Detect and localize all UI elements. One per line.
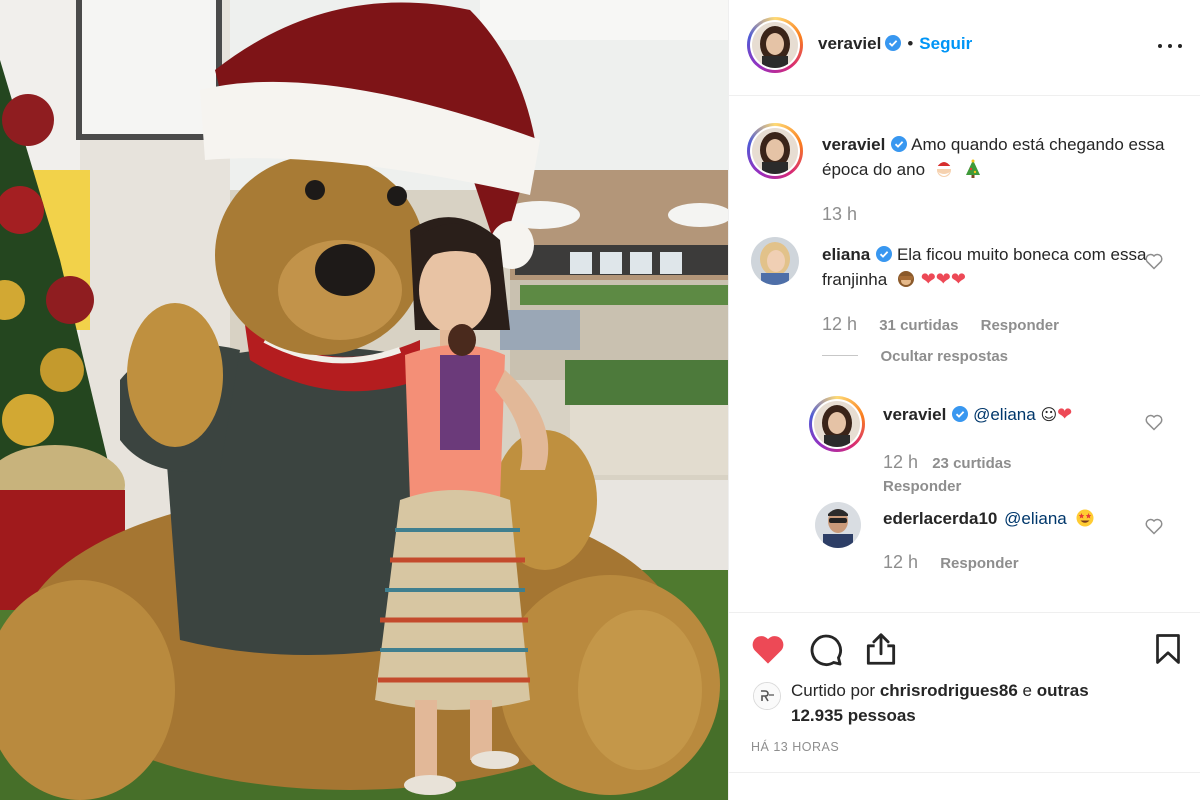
caption-time[interactable]: 13 h — [822, 204, 857, 225]
reply-likes[interactable]: 23 curtidas — [932, 455, 1011, 472]
author-line: veraviel • Seguir — [818, 34, 972, 54]
likes-summary: Curtido por chrisrodrigues86 e outras 12… — [791, 678, 1091, 728]
red-heart-emoji: ❤ — [935, 269, 951, 290]
author-username[interactable]: veraviel — [818, 34, 881, 53]
reply-time[interactable]: 12 h — [883, 552, 918, 572]
instagram-post: veraviel • Seguir veraviel Amo quando está… — [0, 0, 1200, 800]
reply-avatar-veraviel[interactable] — [809, 396, 865, 452]
comment-username[interactable]: eliana — [822, 245, 870, 264]
likes-user[interactable]: chrisrodrigues86 — [880, 681, 1018, 700]
comment-text-block: eliana Ela ficou muito boneca com essa f… — [822, 242, 1152, 292]
comment-avatar-eliana[interactable] — [751, 237, 799, 285]
caption-avatar[interactable] — [747, 123, 803, 179]
like-comment-heart-icon[interactable] — [1144, 412, 1164, 432]
santa-emoji-icon — [936, 162, 951, 177]
comment-text: Ela ficou muito boneca com essa franjinh… — [822, 245, 1147, 289]
reply-time[interactable]: 12 h — [883, 452, 918, 472]
reply-username[interactable]: ederlacerda10 — [883, 509, 997, 528]
verified-badge-icon — [876, 246, 893, 262]
smiling-face-emoji: ☺ — [1040, 405, 1058, 424]
reply-text-block: veraviel @eliana ☺❤ — [883, 402, 1153, 427]
caption-text-block: veraviel Amo quando está chegando essa é… — [822, 132, 1172, 182]
reply-button[interactable]: Responder — [981, 317, 1059, 334]
christmas-tree-emoji-icon — [965, 159, 980, 178]
likes-suffix: e — [1022, 681, 1032, 700]
verified-badge-icon — [952, 406, 969, 422]
share-icon[interactable] — [862, 630, 900, 668]
post-header: veraviel • Seguir — [729, 0, 1200, 96]
post-photo-illustration — [0, 0, 728, 800]
star-struck-emoji-icon — [1076, 509, 1094, 527]
heart-icon[interactable] — [749, 630, 787, 668]
follow-button[interactable]: Seguir — [919, 34, 972, 53]
reply-meta: 12 h Responder — [883, 552, 1019, 573]
red-heart-emoji: ❤ — [920, 269, 936, 290]
likes-prefix: Curtido por — [791, 681, 876, 700]
comment-icon[interactable] — [806, 630, 844, 668]
reply-meta: 12 h 23 curtidas Responder — [883, 451, 1123, 498]
verified-badge-icon — [885, 35, 902, 51]
comment-likes[interactable]: 31 curtidas — [879, 317, 958, 334]
hide-replies-line — [822, 355, 858, 356]
reply-text-block: ederlacerda10 @eliana — [883, 506, 1153, 531]
red-heart-emoji: ❤ — [950, 269, 966, 290]
post-sidebar: veraviel • Seguir veraviel Amo quando está… — [728, 0, 1200, 800]
hide-replies-toggle[interactable]: Ocultar respostas — [822, 348, 1008, 366]
caption-username[interactable]: veraviel — [822, 135, 885, 154]
reply-mention[interactable]: @eliana — [973, 405, 1036, 424]
comment-meta: 12 h 31 curtidas Responder — [822, 314, 1059, 335]
like-comment-heart-icon[interactable] — [1144, 516, 1164, 536]
hide-replies-label[interactable]: Ocultar respostas — [880, 348, 1008, 365]
posted-time[interactable]: HÁ 13 HORAS — [751, 740, 839, 754]
comment-time[interactable]: 12 h — [822, 314, 857, 334]
divider — [729, 772, 1200, 773]
author-avatar[interactable] — [747, 17, 803, 73]
liker-avatar[interactable] — [753, 682, 781, 710]
verified-badge-icon — [891, 136, 908, 152]
comments-section: veraviel Amo quando está chegando essa é… — [729, 96, 1200, 612]
reply-avatar-ederlacerda10[interactable] — [815, 502, 861, 548]
more-options-icon[interactable] — [1157, 34, 1183, 58]
reply-username[interactable]: veraviel — [883, 405, 946, 424]
separator-dot: • — [907, 34, 914, 53]
red-heart-emoji: ❤ — [1057, 404, 1073, 425]
reply-mention[interactable]: @eliana — [1004, 509, 1067, 528]
bookmark-icon[interactable] — [1150, 630, 1186, 668]
reply-button[interactable]: Responder — [940, 555, 1018, 572]
reply-button[interactable]: Responder — [883, 478, 961, 495]
post-photo[interactable] — [0, 0, 728, 800]
see-no-evil-monkey-emoji-icon — [897, 271, 914, 287]
like-comment-heart-icon[interactable] — [1144, 251, 1164, 271]
